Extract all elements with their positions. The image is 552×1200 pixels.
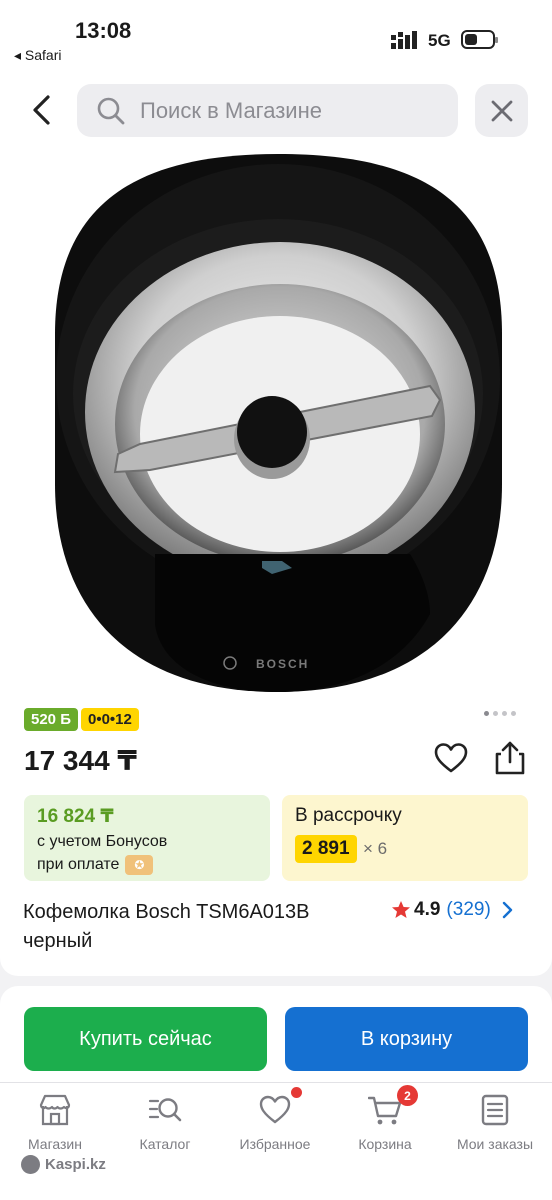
page-dot	[484, 711, 489, 716]
installment-badge: 0•0•12	[80, 708, 139, 731]
tab-orders[interactable]: Мои заказы	[440, 1093, 550, 1163]
image-pagination[interactable]	[484, 711, 516, 716]
bonus-note-payment: при оплате ✪	[37, 855, 154, 875]
tab-label: Магазин	[27, 1136, 82, 1152]
cart-icon: 2	[367, 1085, 418, 1127]
battery-icon	[461, 30, 498, 49]
close-button[interactable]	[475, 84, 528, 137]
tab-label: Избранное	[239, 1136, 311, 1152]
network-label: 5G	[428, 31, 451, 50]
kaspi-brand-text: Kaspi.kz	[45, 1156, 106, 1173]
installment-months: × 6	[363, 839, 388, 858]
page-dot	[493, 711, 498, 716]
installment-title: В рассрочку	[295, 805, 402, 826]
search-icon	[94, 94, 128, 128]
action-area: Купить сейчас В корзину	[0, 986, 552, 1082]
tab-label: Каталог	[139, 1136, 191, 1152]
share-icon[interactable]	[493, 740, 527, 776]
product-title: Кофемолка Bosch TSM6A013B черный	[23, 901, 310, 952]
search-input[interactable]	[140, 97, 440, 124]
tab-bar: Магазин Каталог Избранное 2 Корзина Мои …	[0, 1082, 552, 1200]
product-price: 17 344 ₸	[24, 745, 137, 776]
product-image[interactable]: BOSCH	[0, 154, 552, 694]
badges-row: 520 Б 0•0•12	[24, 708, 139, 731]
installment-box[interactable]: В рассрочку 2 891 × 6	[282, 795, 528, 881]
kaspi-pay-icon: ✪	[125, 855, 154, 875]
heart-icon	[258, 1087, 302, 1127]
heart-icon[interactable]	[434, 742, 468, 776]
notification-dot	[291, 1087, 302, 1098]
bosch-logo: BOSCH	[256, 657, 309, 671]
signal-icon	[391, 31, 417, 49]
status-time: 13:08	[75, 18, 132, 43]
catalog-search-icon	[148, 1093, 182, 1127]
bonus-price: 16 824 ₸	[37, 806, 114, 827]
orders-icon	[478, 1093, 512, 1127]
status-bar: 13:08 ◂ Safari 5G	[0, 0, 552, 70]
bonus-note: с учетом Бонусов	[37, 833, 168, 850]
chevron-right-icon	[502, 901, 512, 919]
top-nav	[0, 70, 552, 154]
bonus-price-box[interactable]: 16 824 ₸ с учетом Бонусов при оплате ✪	[24, 795, 270, 881]
tab-favorites[interactable]: Избранное	[220, 1087, 330, 1163]
tab-shop[interactable]: Магазин	[0, 1093, 110, 1163]
page-dot	[511, 711, 516, 716]
store-icon	[38, 1093, 72, 1127]
kaspi-brand: Kaspi.kz	[21, 1155, 106, 1174]
reviews-count: (329)	[446, 899, 491, 920]
star-icon	[392, 901, 410, 918]
back-button[interactable]	[20, 86, 64, 134]
rating-value: 4.9	[414, 899, 441, 920]
close-icon	[491, 100, 512, 121]
buy-now-button[interactable]: Купить сейчас	[24, 1007, 267, 1071]
search-bar[interactable]	[77, 84, 458, 137]
installment-amount: 2 891	[295, 835, 357, 863]
tab-label: Мои заказы	[456, 1136, 534, 1152]
chevron-left-icon	[33, 95, 50, 125]
cart-count-badge: 2	[397, 1085, 418, 1106]
tab-catalog[interactable]: Каталог	[110, 1093, 220, 1163]
tab-label: Корзина	[358, 1136, 412, 1152]
add-to-cart-button[interactable]: В корзину	[285, 1007, 528, 1071]
back-to-safari-link[interactable]: ◂ Safari	[14, 47, 62, 64]
tab-cart[interactable]: 2 Корзина	[330, 1085, 440, 1163]
kaspi-logo-icon	[21, 1155, 40, 1174]
bonus-badge: 520 Б	[24, 708, 78, 731]
bonus-note-payment-text: при оплате	[37, 856, 120, 873]
coffee-grinder-image: BOSCH	[0, 154, 552, 694]
page-dot	[502, 711, 507, 716]
product-info-card: 520 Б 0•0•12 17 344 ₸ 16 824 ₸ с учетом …	[0, 694, 552, 976]
rating-link[interactable]: 4.9 (329)	[391, 899, 513, 921]
